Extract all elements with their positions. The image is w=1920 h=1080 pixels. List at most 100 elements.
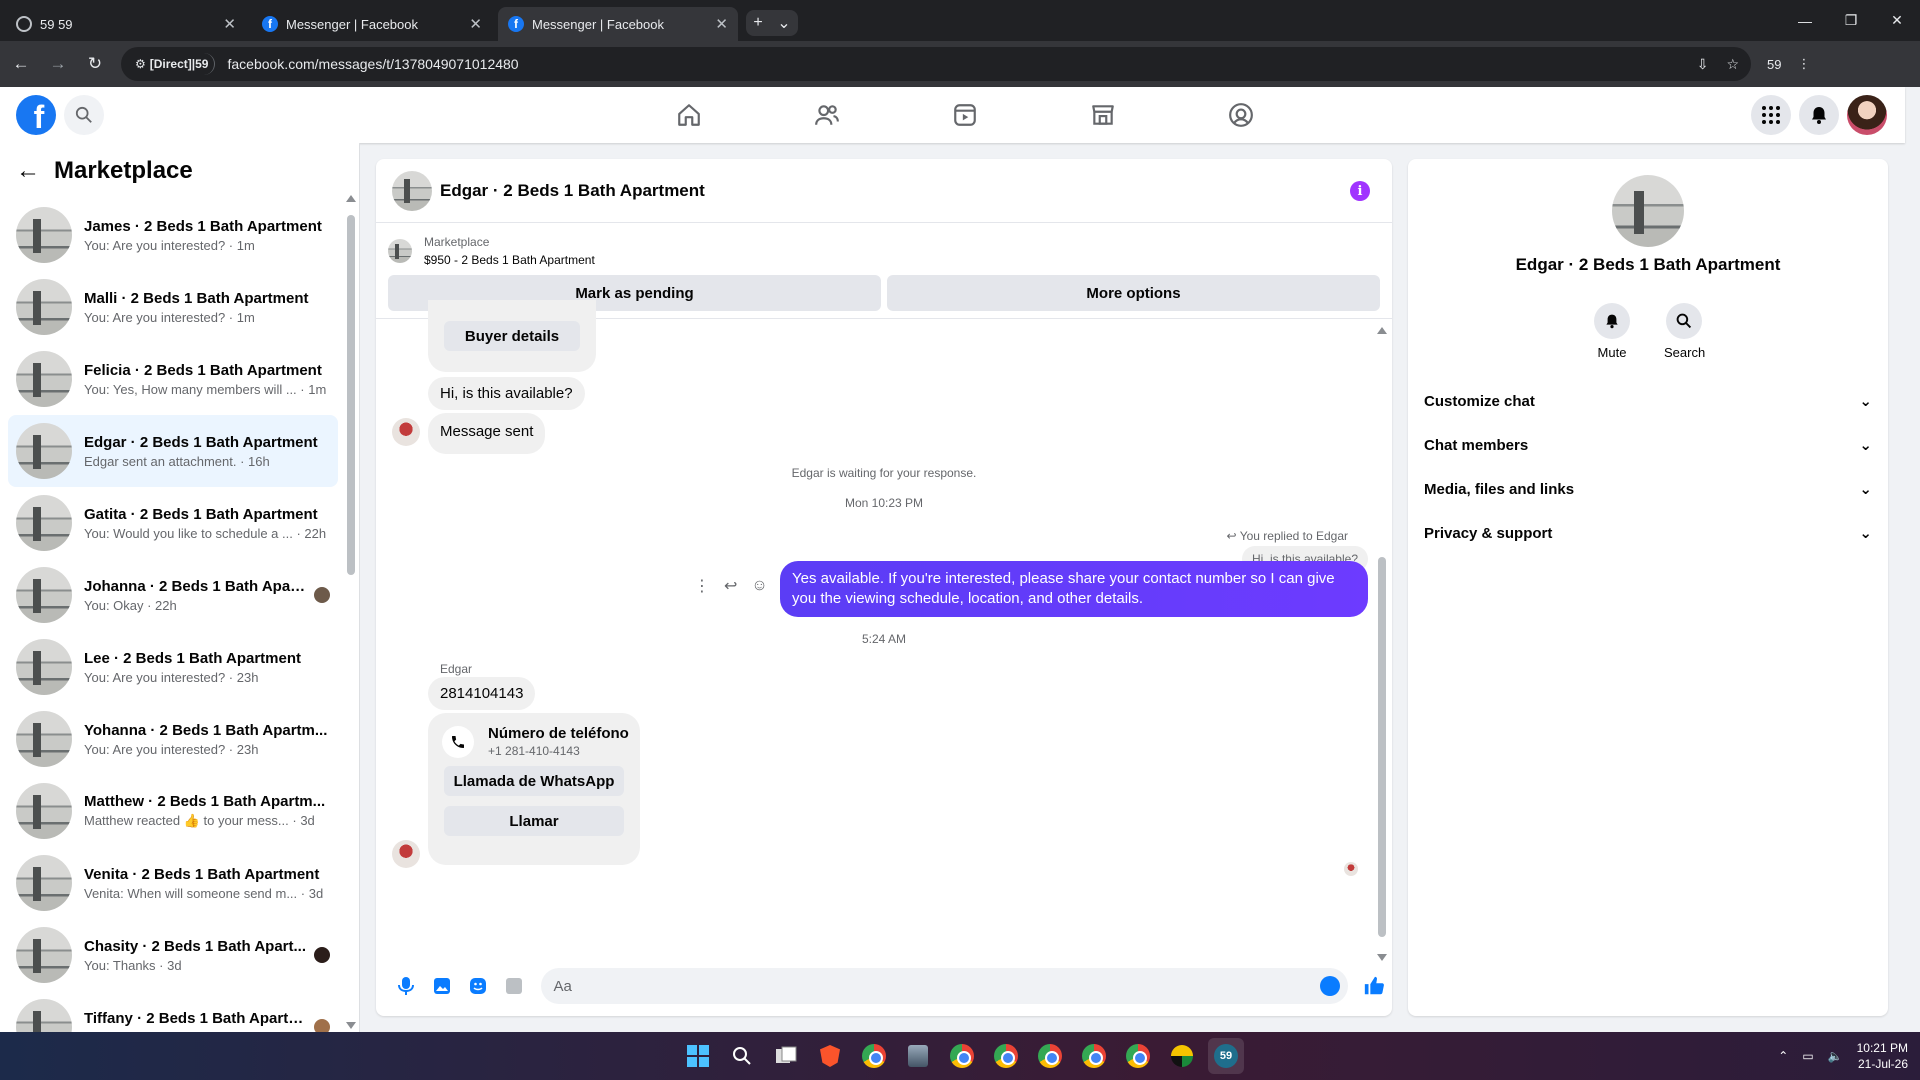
browser-tab-1[interactable]: 59 59 ✕ xyxy=(6,7,246,41)
conversation-row[interactable]: Chasity · 2 Beds 1 Bath Apart... You: Tha… xyxy=(8,919,338,991)
reload-button[interactable]: ↻ xyxy=(79,48,111,80)
chat-photo[interactable] xyxy=(1612,175,1684,247)
brave-browser-icon[interactable] xyxy=(812,1038,848,1074)
nav-video[interactable] xyxy=(896,87,1034,143)
emoji-icon[interactable] xyxy=(1320,976,1341,996)
scroll-up-icon[interactable] xyxy=(1377,327,1387,334)
profile-badge[interactable]: 59 xyxy=(1767,57,1781,72)
browser-tab-2[interactable]: f Messenger | Facebook ✕ xyxy=(252,7,492,41)
section-media-files-links[interactable]: Media, files and links ⌄ xyxy=(1424,469,1872,509)
section-chat-members[interactable]: Chat members ⌄ xyxy=(1424,425,1872,465)
nav-home[interactable] xyxy=(620,87,758,143)
close-tab-icon[interactable]: ✕ xyxy=(715,15,728,33)
conversation-row[interactable]: Gatita · 2 Beds 1 Bath Apartment You: Wou… xyxy=(8,487,338,559)
attach-photo-button[interactable] xyxy=(424,968,460,1004)
section-privacy-support[interactable]: Privacy & support ⌄ xyxy=(1424,513,1872,553)
app-icon[interactable] xyxy=(900,1038,936,1074)
forward-button[interactable]: → xyxy=(42,48,74,80)
menu-button[interactable] xyxy=(1751,95,1791,135)
message-bubble-outgoing[interactable]: Yes available. If you're interested, ple… xyxy=(780,561,1368,617)
back-arrow-icon[interactable]: ← xyxy=(16,157,40,185)
edgar-avatar[interactable] xyxy=(392,840,420,868)
start-button[interactable] xyxy=(680,1038,716,1074)
new-tab-button[interactable]: + xyxy=(753,14,762,32)
message-bubble-incoming[interactable]: Hi, is this available? xyxy=(428,377,585,410)
list-scrollbar[interactable] xyxy=(346,195,356,1029)
edgar-avatar[interactable] xyxy=(392,418,420,446)
listing-thumbnail[interactable] xyxy=(388,239,412,263)
bookmark-star-icon[interactable]: ☆ xyxy=(1726,56,1739,73)
conversation-row[interactable]: Malli · 2 Beds 1 Bath Apartment You: Are … xyxy=(8,271,338,343)
chrome-icon[interactable] xyxy=(944,1038,980,1074)
section-customize-chat[interactable]: Customize chat ⌄ xyxy=(1424,381,1872,421)
account-avatar[interactable] xyxy=(1847,95,1887,135)
chevron-up-icon[interactable]: ⌃ xyxy=(1778,1049,1788,1063)
react-emoji-icon[interactable]: ☺ xyxy=(751,577,767,595)
minimize-button[interactable]: — xyxy=(1782,0,1828,41)
sticker-button[interactable] xyxy=(460,968,496,1004)
app-icon[interactable] xyxy=(1164,1038,1200,1074)
more-kebab-icon[interactable]: ⋮ xyxy=(694,576,710,596)
search-action[interactable]: Search xyxy=(1664,303,1705,360)
call-button[interactable]: Llamar xyxy=(444,806,624,836)
browser-tab-3-active[interactable]: f Messenger | Facebook ✕ xyxy=(498,7,738,41)
volume-icon[interactable]: 🔈 xyxy=(1828,1049,1843,1063)
chrome-icon[interactable] xyxy=(1032,1038,1068,1074)
message-bubble-incoming[interactable]: Message sent xyxy=(428,413,546,454)
message-bubble-incoming[interactable]: 2814104143 xyxy=(428,677,536,710)
tab-search-chevron-icon[interactable]: ⌄ xyxy=(777,13,790,33)
reply-icon[interactable]: ↩ xyxy=(724,576,737,596)
search-button[interactable] xyxy=(64,95,104,135)
nav-gaming[interactable] xyxy=(1172,87,1310,143)
scrollbar-thumb[interactable] xyxy=(1378,557,1386,937)
restore-button[interactable]: ❐ xyxy=(1828,0,1874,41)
nav-marketplace[interactable] xyxy=(1034,87,1172,143)
whatsapp-call-button[interactable]: Llamada de WhatsApp xyxy=(444,766,624,796)
scroll-down-icon[interactable] xyxy=(346,1022,356,1029)
facebook-logo-icon[interactable]: f xyxy=(16,95,56,135)
back-button[interactable]: ← xyxy=(5,48,37,80)
close-tab-icon[interactable]: ✕ xyxy=(223,15,236,33)
scrollbar-thumb[interactable] xyxy=(347,215,355,575)
like-button[interactable] xyxy=(1356,968,1392,1004)
close-tab-icon[interactable]: ✕ xyxy=(469,15,482,33)
conversation-row[interactable]: Matthew · 2 Beds 1 Bath Apartm... Matthew… xyxy=(8,775,338,847)
scroll-up-icon[interactable] xyxy=(346,195,356,202)
voice-clip-button[interactable] xyxy=(388,968,424,1004)
info-icon[interactable]: i xyxy=(1350,181,1370,201)
clock[interactable]: 10:21 PM 21-Jul-26 xyxy=(1857,1040,1908,1072)
conversation-row[interactable]: Venita · 2 Beds 1 Bath Apartment Venita: … xyxy=(8,847,338,919)
chrome-icon[interactable] xyxy=(1120,1038,1156,1074)
conversation-row[interactable]: Lee · 2 Beds 1 Bath Apartment You: Are yo… xyxy=(8,631,338,703)
conversation-row[interactable]: Felicia · 2 Beds 1 Bath Apartment You: Ye… xyxy=(8,343,338,415)
active-app-icon[interactable]: 59 xyxy=(1208,1038,1244,1074)
close-window-button[interactable]: ✕ xyxy=(1874,0,1920,41)
more-options-button[interactable]: More options xyxy=(887,275,1380,311)
clock-date: 21-Jul-26 xyxy=(1857,1057,1908,1071)
address-bar[interactable]: ⚙ [Direct]|59 facebook.com/messages/t/13… xyxy=(121,47,1751,81)
install-app-icon[interactable]: ⇩ xyxy=(1697,56,1709,73)
network-icon[interactable]: ▭ xyxy=(1802,1049,1813,1063)
message-input[interactable]: Aa xyxy=(541,968,1349,1004)
task-view-button[interactable] xyxy=(768,1038,804,1074)
profile-chip[interactable]: ⚙ [Direct]|59 xyxy=(129,53,216,75)
conversation-row[interactable]: Johanna · 2 Beds 1 Bath Apart... You: Oka… xyxy=(8,559,338,631)
mute-action[interactable]: Mute xyxy=(1592,303,1632,360)
chrome-icon[interactable] xyxy=(1076,1038,1112,1074)
conversation-row[interactable]: Edgar · 2 Beds 1 Bath Apartment Edgar sen… xyxy=(8,415,338,487)
chrome-icon[interactable] xyxy=(856,1038,892,1074)
nav-friends[interactable] xyxy=(758,87,896,143)
menu-kebab-icon[interactable]: ⋮ xyxy=(1797,56,1810,72)
notifications-button[interactable] xyxy=(1799,95,1839,135)
chat-title[interactable]: Edgar · 2 Beds 1 Bath Apartment xyxy=(440,181,705,201)
buyer-details-button[interactable]: Buyer details xyxy=(444,321,580,351)
conversation-row[interactable]: James · 2 Beds 1 Bath Apartment You: Are … xyxy=(8,199,338,271)
chrome-icon[interactable] xyxy=(988,1038,1024,1074)
chat-thumbnail[interactable] xyxy=(392,170,432,211)
conversation-row[interactable]: Yohanna · 2 Beds 1 Bath Apartm... You: Ar… xyxy=(8,703,338,775)
conversation-row[interactable]: Tiffany · 2 Beds 1 Bath Apartm...You: Ye… xyxy=(8,991,338,1032)
chat-scrollbar[interactable] xyxy=(1377,327,1387,961)
listing-title[interactable]: $950 - 2 Beds 1 Bath Apartment xyxy=(424,251,595,269)
gif-button[interactable] xyxy=(496,968,532,1004)
taskbar-search-button[interactable] xyxy=(724,1038,760,1074)
